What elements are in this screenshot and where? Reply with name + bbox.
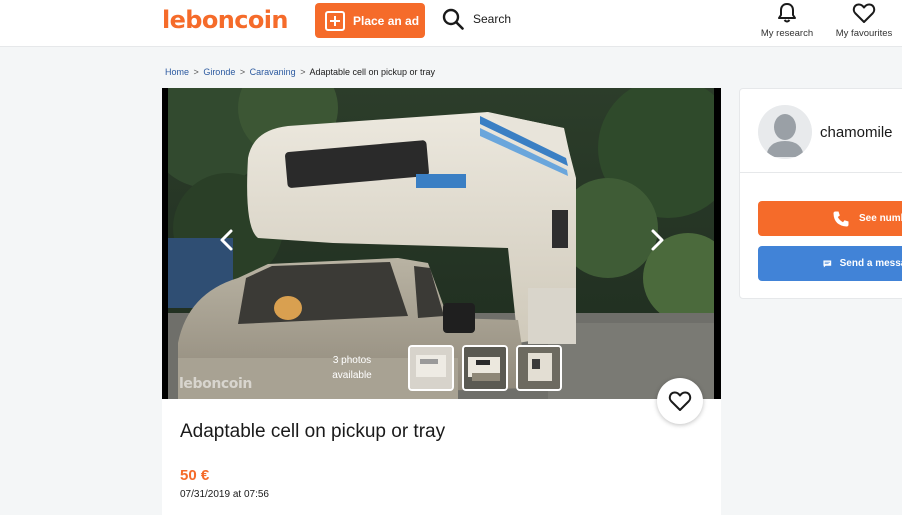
breadcrumb-separator: > bbox=[193, 67, 199, 77]
plus-icon bbox=[325, 10, 345, 31]
top-header: leboncoin Place an ad Search My research… bbox=[0, 0, 902, 47]
search-label: Search bbox=[473, 12, 512, 26]
seller-card: chamomile See number Send a message bbox=[739, 88, 902, 299]
seller-name[interactable]: chamomile bbox=[820, 124, 893, 141]
leboncoin-logo[interactable]: leboncoin bbox=[162, 6, 288, 34]
chevron-left-icon[interactable] bbox=[216, 226, 238, 254]
breadcrumb-region[interactable]: Gironde bbox=[203, 67, 235, 77]
photo-count: 3 photos available bbox=[316, 353, 388, 383]
place-ad-label: Place an ad bbox=[353, 13, 420, 28]
my-research-label: My research bbox=[760, 28, 814, 39]
send-message-label: Send a message bbox=[839, 258, 902, 269]
thumbnail-2[interactable] bbox=[462, 345, 508, 391]
add-to-favourites-button[interactable] bbox=[657, 378, 703, 424]
breadcrumb-category[interactable]: Caravaning bbox=[250, 67, 296, 77]
heart-icon bbox=[668, 391, 692, 411]
breadcrumb-home[interactable]: Home bbox=[165, 67, 189, 77]
phone-icon bbox=[833, 211, 849, 226]
see-number-label: See number bbox=[859, 213, 902, 224]
place-ad-button[interactable]: Place an ad bbox=[315, 3, 425, 38]
thumbnail-1[interactable] bbox=[408, 345, 454, 391]
search-icon bbox=[442, 8, 464, 30]
chevron-right-icon[interactable] bbox=[646, 226, 668, 254]
message-icon bbox=[823, 260, 832, 267]
breadcrumb-separator: > bbox=[300, 67, 306, 77]
send-message-button[interactable]: Send a message bbox=[758, 246, 902, 281]
breadcrumb: Home > Gironde > Caravaning > Adaptable … bbox=[165, 67, 435, 77]
bell-icon bbox=[778, 3, 796, 23]
seller-header[interactable]: chamomile bbox=[740, 89, 902, 173]
my-favourites-link[interactable]: My favourites bbox=[830, 2, 898, 39]
ad-price: 50 € bbox=[180, 467, 210, 484]
ad-title: Adaptable cell on pickup or tray bbox=[180, 421, 446, 442]
avatar-placeholder-icon[interactable] bbox=[758, 105, 812, 159]
heart-icon bbox=[852, 3, 876, 23]
thumbnail-3[interactable] bbox=[516, 345, 562, 391]
my-favourites-label: My favourites bbox=[835, 28, 893, 39]
ad-date: 07/31/2019 at 07:56 bbox=[180, 489, 269, 500]
photo-count-available: available bbox=[332, 370, 372, 381]
see-number-button[interactable]: See number bbox=[758, 201, 902, 236]
photo-count-number: 3 photos bbox=[332, 355, 372, 366]
breadcrumb-separator: > bbox=[239, 67, 246, 77]
search-button[interactable]: Search bbox=[442, 8, 511, 30]
leboncoin-watermark: leboncoin bbox=[179, 376, 252, 392]
photo-gallery[interactable]: 3 photos available leboncoin bbox=[162, 88, 721, 399]
my-research-link[interactable]: My research bbox=[758, 2, 816, 39]
breadcrumb-current: Adaptable cell on pickup or tray bbox=[309, 67, 436, 77]
